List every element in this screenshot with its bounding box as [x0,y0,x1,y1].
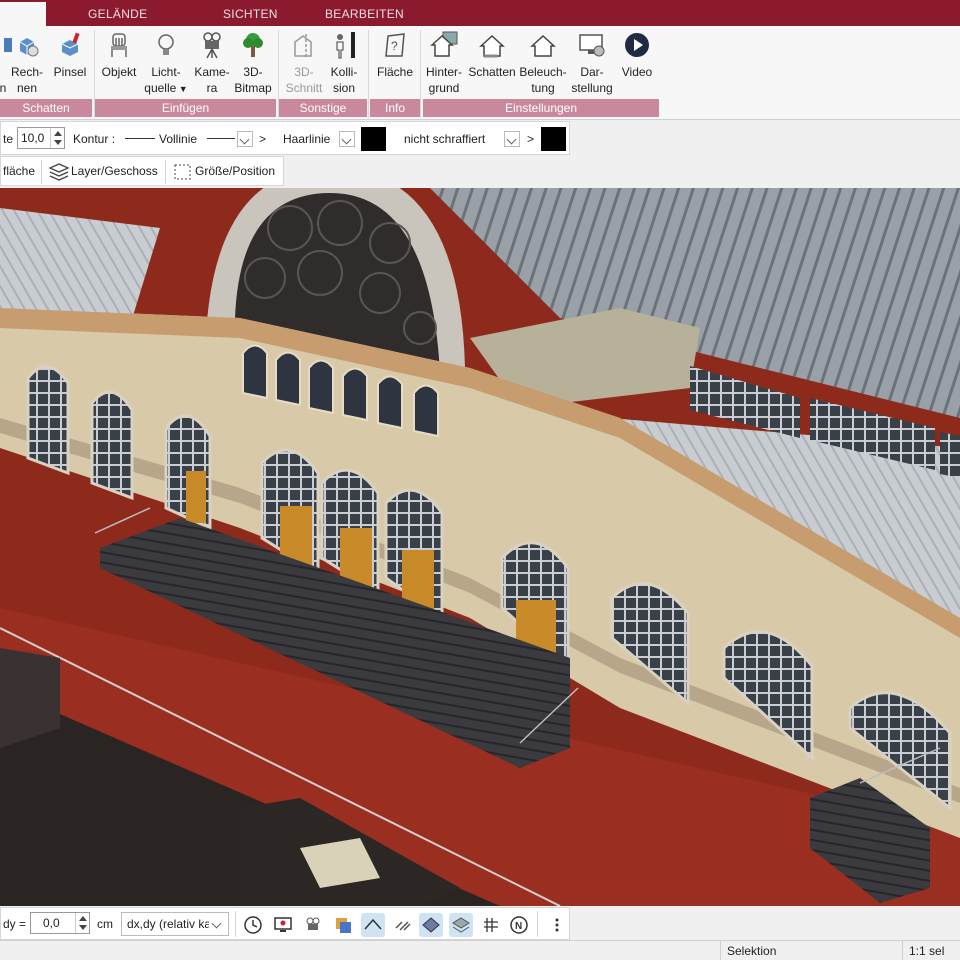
width-spinner[interactable]: 10,0 [17,127,65,149]
lightbulb-icon [158,34,174,55]
ribbon-separator [420,30,421,118]
hairline-label[interactable]: Haarlinie [283,132,330,146]
ribbon-tab-bar: GELÄNDE SICHTEN BEARBEITEN [0,0,960,26]
play-video-icon [625,33,649,57]
plane-stack-icon[interactable] [449,913,473,937]
ribbon-button-schatten[interactable]: Schatten [466,30,518,80]
ribbon-button-kollision[interactable]: Kolli-sion [326,30,362,96]
hatch-color-swatch[interactable] [541,127,566,151]
toolbar-separator [165,160,166,184]
north-icon[interactable]: N [507,913,531,937]
background-house-icon [430,31,458,57]
section-cut-icon [294,34,312,58]
toolbar-separator [41,160,42,184]
line-style-preview [207,138,235,139]
ribbon-button-rechnen[interactable]: Rech-nen [8,30,46,96]
chair-object-icon [111,33,127,57]
dy-spinner[interactable]: 0,0 [30,912,90,934]
toolbar-separator [537,911,538,937]
3d-viewport[interactable] [0,188,960,906]
property-bar: te 10,0 Kontur : Vollinie > Haarlinie ni… [0,121,570,155]
lighting-house-icon [530,34,556,57]
roof-icon[interactable] [361,913,385,937]
tab-gelaende[interactable]: GELÄNDE [88,7,147,21]
ribbon-button-flaeche[interactable]: ? Fläche [374,30,416,80]
paint-brush-icon [61,32,80,56]
dy-label: dy = [3,917,27,931]
tab-active-start[interactable] [0,2,46,26]
hatch-icon[interactable] [391,913,415,937]
contour-label: Kontur : [73,132,116,146]
building-3d-render [0,188,960,906]
coordinate-mode-select[interactable]: dx,dy (relativ ka [121,912,229,936]
plane-icon[interactable] [419,913,443,937]
arrow-label[interactable]: > [259,132,266,146]
display-settings-icon [579,34,605,57]
ribbon-button-3d-schnitt[interactable]: 3D- Schnitt [282,30,326,96]
shadow-house-icon [479,34,505,58]
chevron-down-icon[interactable]: ▼ [176,84,188,94]
tree-icon [243,33,263,57]
size-position-button[interactable]: Größe/Position [195,164,275,178]
toolbar-separator [235,911,236,937]
ribbon-button-darstellung[interactable]: Dar-stellung [568,30,616,96]
ribbon-button-video[interactable]: Video [618,30,656,80]
size-position-icon [174,164,191,180]
unit-label: cm [97,917,113,931]
svg-text:N: N [515,921,522,932]
spinner-arrows-icon[interactable] [50,128,64,148]
fill-color-swatch[interactable] [361,127,386,151]
monitor-icon[interactable] [271,913,295,937]
ribbon-button-lichtquelle[interactable]: Licht-quelle ▼ [144,30,188,97]
camera-view-icon[interactable] [301,913,325,937]
line-style-dropdown[interactable] [237,131,253,147]
area-info-icon: ? [385,33,405,57]
camera-icon [203,32,221,59]
area-button[interactable]: fläche [3,164,35,178]
more-icon[interactable] [545,913,569,937]
hatch-dropdown[interactable] [504,131,520,147]
line-style-preview [125,138,155,139]
status-bar: Selektion 1:1 sel [0,940,960,960]
line-style-value[interactable]: Vollinie [159,132,197,146]
ribbon-group-einstellungen: Einstellungen [423,99,659,117]
tab-sichten[interactable]: SICHTEN [223,7,278,21]
hairline-dropdown[interactable] [339,131,355,147]
ribbon-group-schatten: Schatten [0,99,92,117]
coordinate-bar: dy = 0,0 cm dx,dy (relativ ka N [0,907,570,940]
width-label: te [3,132,14,146]
ribbon-group-einfuegen: Einfügen [95,99,276,117]
status-selection: 1:1 sel [902,941,960,960]
hatch-label[interactable]: nicht schraffiert [404,132,485,146]
arrow-label[interactable]: > [527,132,534,146]
chevron-down-icon[interactable] [210,916,226,932]
ribbon-separator [368,30,369,118]
ribbon-button-objekt[interactable]: Objekt [98,30,140,80]
ribbon-button-pinsel[interactable]: Pinsel [50,30,90,80]
spinner-arrows-icon[interactable] [75,913,89,933]
layers-color-icon[interactable] [331,913,355,937]
cube-render-icon [19,38,39,57]
layers-icon [48,163,70,181]
layer-floor-button[interactable]: Layer/Geschoss [71,164,158,178]
status-mode: Selektion [720,941,900,960]
collision-person-icon [336,32,355,59]
ribbon-button-beleuchtung[interactable]: Beleuch-tung [516,30,570,96]
ribbon-button-3d-bitmap[interactable]: 3D- Bitmap [232,30,274,96]
ribbon: n Rech-nen Pinsel Objekt Licht-quelle ▼ … [0,26,960,120]
ribbon-group-info: Info [370,99,420,117]
grid-icon[interactable] [479,913,503,937]
tab-bearbeiten[interactable]: BEARBEITEN [325,7,404,21]
svg-text:?: ? [391,39,398,53]
ribbon-button-hintergrund[interactable]: Hinter-grund [422,30,466,96]
object-toolbar: fläche Layer/Geschoss Größe/Position [0,156,284,186]
ribbon-group-sonstige: Sonstige [279,99,367,117]
ribbon-button-kamera[interactable]: Kame-ra [190,30,234,96]
clock-icon[interactable] [241,913,265,937]
